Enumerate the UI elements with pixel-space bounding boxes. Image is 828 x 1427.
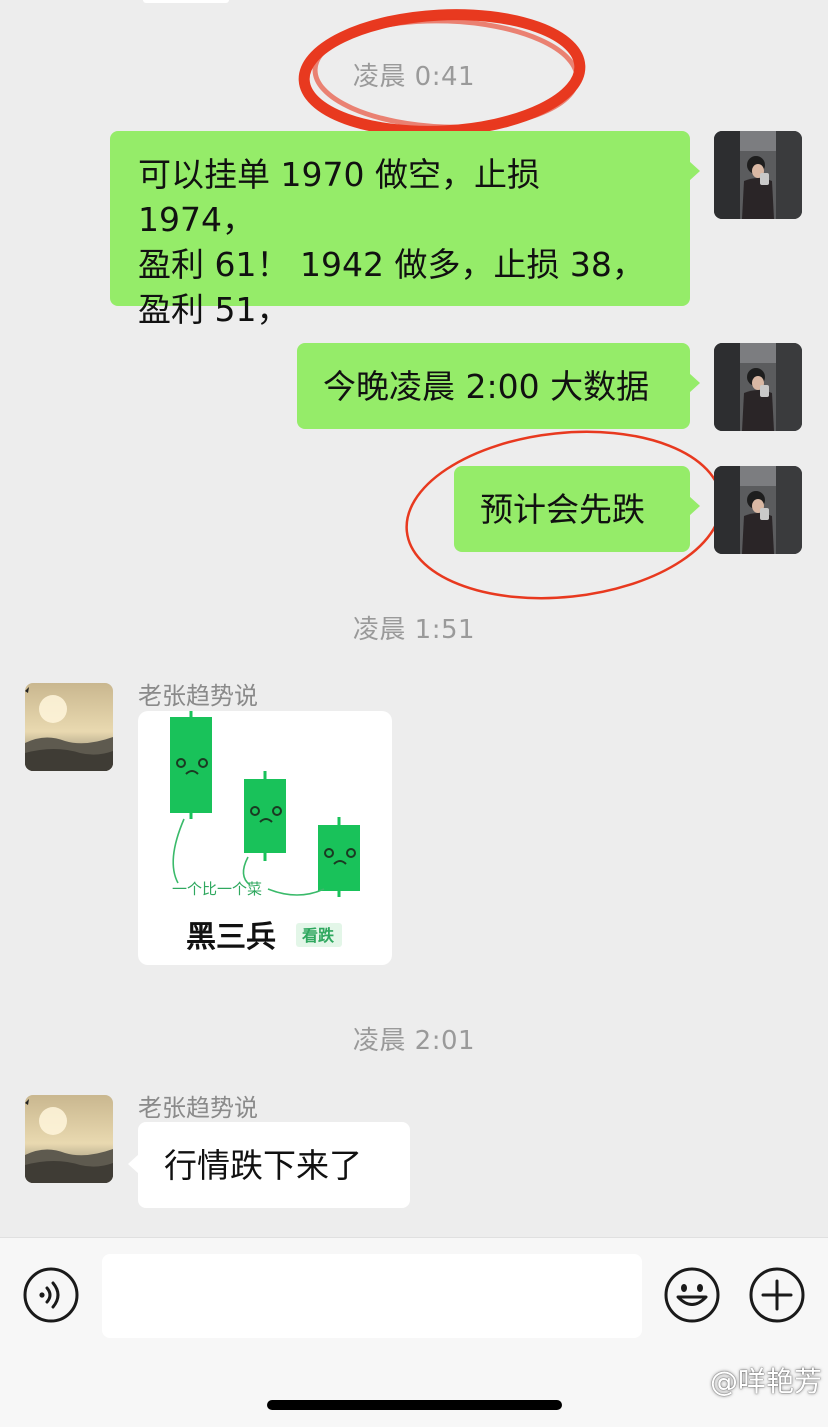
home-indicator: [267, 1400, 562, 1410]
candle-icon: [318, 817, 360, 897]
message-line: 盈利 51，: [138, 290, 290, 329]
my-avatar[interactable]: [714, 466, 802, 554]
emoji-icon[interactable]: [663, 1266, 721, 1324]
message-input[interactable]: [102, 1254, 642, 1338]
outgoing-message[interactable]: 可以挂单 1970 做空，止损 1974， 盈利 61！ 1942 做多，止损 …: [110, 131, 700, 329]
outgoing-message[interactable]: 今晚凌晨 2:00 大数据: [297, 343, 700, 429]
message-text: 今晚凌晨 2:00 大数据: [323, 367, 650, 406]
plus-icon[interactable]: [748, 1266, 806, 1324]
message-line: 可以挂单 1970 做空，止损 1974，: [138, 155, 540, 239]
voice-icon[interactable]: [22, 1266, 80, 1324]
watermark: @咩艳芳: [709, 1365, 822, 1398]
timestamp: 凌晨 1:51: [352, 615, 476, 645]
outgoing-message[interactable]: 预计会先跌: [454, 466, 700, 552]
my-avatar[interactable]: [714, 343, 802, 431]
previous-message-edge: [143, 0, 229, 3]
sender-name: 老张趋势说: [138, 1094, 258, 1122]
sticker-message[interactable]: 一个比一个菜 黑三兵 看跌: [138, 711, 392, 965]
message-text: 行情跌下来了: [164, 1146, 362, 1185]
my-avatar[interactable]: [714, 131, 802, 219]
sender-name: 老张趋势说: [138, 682, 258, 710]
chat-input-bar: [0, 1237, 828, 1427]
sticker-caption: 一个比一个菜: [172, 880, 262, 898]
candle-icon: [170, 711, 212, 819]
incoming-message[interactable]: 行情跌下来了: [128, 1122, 410, 1208]
contact-avatar[interactable]: [25, 1095, 113, 1183]
timestamp: 凌晨 2:01: [352, 1026, 476, 1056]
message-line: 盈利 61！ 1942 做多，止损 38，: [138, 245, 645, 284]
candle-icon: [244, 771, 286, 861]
message-text: 预计会先跌: [480, 490, 645, 529]
sticker-title: 黑三兵: [186, 920, 276, 955]
timestamp: 凌晨 0:41: [352, 62, 476, 92]
contact-avatar[interactable]: [25, 683, 113, 771]
sticker-tag: 看跌: [301, 926, 335, 945]
